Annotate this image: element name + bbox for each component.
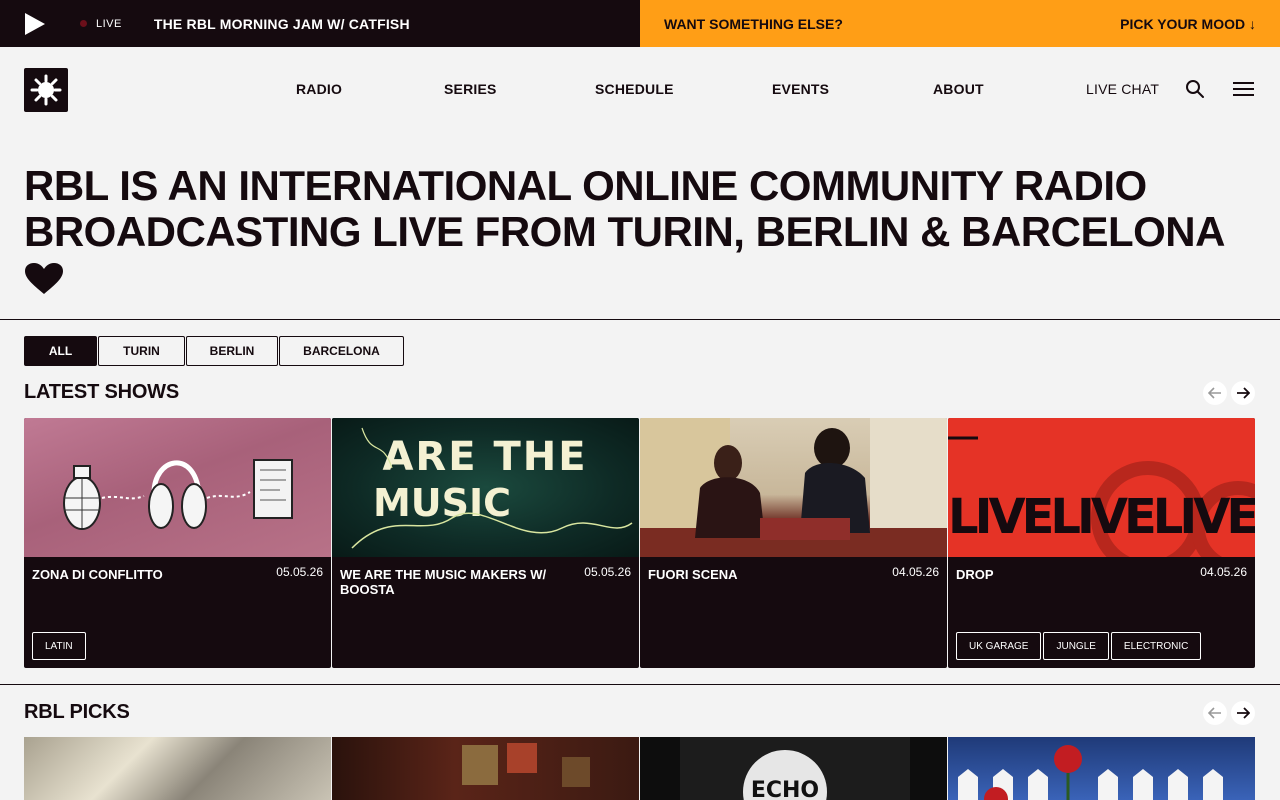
filter-berlin[interactable]: BERLIN [186, 336, 278, 366]
nav-events[interactable]: EVENTS [772, 81, 829, 97]
pick-artwork [958, 745, 1223, 800]
show-card[interactable]: ARE THE MUSIC WE ARE THE MUSIC MAKERS W/… [332, 418, 639, 668]
picks-prev-button[interactable] [1203, 701, 1227, 725]
nav-about[interactable]: ABOUT [933, 81, 984, 97]
show-tags: LATIN [32, 632, 86, 660]
latest-carousel-controls [1203, 381, 1255, 405]
mood-prompt: WANT SOMETHING ELSE? [664, 15, 843, 32]
fuori-scena-photo [640, 418, 947, 557]
show-artwork [640, 418, 947, 557]
search-icon [1186, 80, 1204, 98]
now-playing-title[interactable]: THE RBL MORNING JAM W/ CATFISH [154, 16, 410, 32]
hero-line-1: RBL IS AN INTERNATIONAL ONLINE COMMUNITY… [24, 162, 1147, 209]
filter-all[interactable]: ALL [24, 336, 97, 366]
pick-artwork [462, 743, 590, 787]
live-label: LIVE [96, 17, 122, 30]
show-date: 04.05.26 [892, 565, 939, 579]
heart-icon [25, 263, 63, 294]
nav-radio[interactable]: RADIO [296, 81, 342, 97]
show-tags: UK GARAGE JUNGLE ELECTRONIC [956, 632, 1202, 660]
live-chat-link[interactable]: LIVE CHAT [1086, 81, 1159, 97]
section-divider [0, 684, 1280, 685]
arrow-right-icon [1237, 387, 1250, 399]
pick-card[interactable] [332, 737, 639, 800]
play-icon [25, 12, 45, 35]
music-makers-artwork: ARE THE MUSIC [351, 427, 633, 549]
nav-series[interactable]: SERIES [444, 81, 497, 97]
artwork-live-text: LIVELIVELIVEL [948, 489, 1255, 545]
show-card[interactable]: LIVELIVELIVEL DROP 04.05.26 UK GARAGE JU… [948, 418, 1255, 668]
artwork-echo-text: ECHO [751, 778, 819, 800]
live-player: LIVE THE RBL MORNING JAM W/ CATFISH [0, 0, 640, 47]
artwork-text-top: ARE THE [382, 434, 587, 480]
show-card[interactable]: ZONA DI CONFLITTO 05.05.26 LATIN [24, 418, 331, 668]
mood-bar[interactable]: WANT SOMETHING ELSE? PICK YOUR MOOD ↓ [640, 0, 1280, 47]
nav-schedule[interactable]: SCHEDULE [595, 81, 674, 97]
sun-logo-icon [30, 74, 62, 106]
show-title: DROP [956, 567, 994, 582]
show-artwork: LIVELIVELIVEL [948, 418, 1255, 557]
rbl-logo[interactable] [24, 68, 68, 112]
genre-tag[interactable]: LATIN [32, 632, 86, 660]
filter-barcelona[interactable]: BARCELONA [279, 336, 404, 366]
grenade-headphones-book-illustration [63, 459, 293, 530]
rbl-picks-title: RBL PICKS [24, 701, 130, 723]
main-nav: RADIO SERIES SCHEDULE EVENTS ABOUT LIVE … [0, 68, 1280, 112]
latest-prev-button[interactable] [1203, 381, 1227, 405]
hero-line-2: BROADCASTING LIVE FROM TURIN, BERLIN & B… [24, 208, 1225, 255]
menu-button[interactable] [1233, 81, 1254, 102]
picks-carousel-controls [1203, 701, 1255, 725]
picks-next-button[interactable] [1231, 701, 1255, 725]
section-divider [0, 319, 1280, 320]
latest-next-button[interactable] [1231, 381, 1255, 405]
show-title: FUORI SCENA [648, 567, 738, 582]
genre-tag[interactable]: ELECTRONIC [1110, 632, 1202, 660]
arrow-left-icon [1208, 387, 1221, 399]
genre-tag[interactable]: JUNGLE [1043, 632, 1109, 660]
filter-turin[interactable]: TURIN [98, 336, 185, 366]
show-date: 05.05.26 [584, 565, 631, 579]
show-title: ZONA DI CONFLITTO [32, 567, 163, 582]
search-button[interactable] [1185, 79, 1205, 104]
drop-live-artwork: LIVELIVELIVEL [948, 436, 1255, 557]
pick-artwork: ECHO [680, 737, 910, 800]
pick-card[interactable] [24, 737, 331, 800]
hamburger-icon [1233, 82, 1254, 96]
show-card[interactable]: FUORI SCENA 04.05.26 [640, 418, 947, 668]
genre-tag[interactable]: UK GARAGE [956, 632, 1042, 660]
latest-shows-title: LATEST SHOWS [24, 381, 180, 403]
arrow-right-icon [1237, 707, 1250, 719]
show-date: 04.05.26 [1200, 565, 1247, 579]
show-date: 05.05.26 [276, 565, 323, 579]
hero-statement: RBL IS AN INTERNATIONAL ONLINE COMMUNITY… [24, 163, 1254, 255]
pick-mood-button[interactable]: PICK YOUR MOOD ↓ [1120, 16, 1256, 32]
play-button[interactable] [0, 0, 70, 47]
rbl-picks-carousel: ECHO [24, 737, 1255, 800]
show-artwork [24, 418, 331, 557]
show-artwork: ARE THE MUSIC [332, 418, 639, 557]
show-title: WE ARE THE MUSIC MAKERS W/ BOOSTA [340, 567, 547, 597]
latest-shows-carousel: ZONA DI CONFLITTO 05.05.26 LATIN ARE THE… [24, 418, 1255, 668]
pick-card[interactable] [948, 737, 1255, 800]
arrow-left-icon [1208, 707, 1221, 719]
player-bar: LIVE THE RBL MORNING JAM W/ CATFISH WANT… [0, 0, 1280, 47]
live-indicator-dot [80, 20, 87, 27]
pick-card[interactable]: ECHO [640, 737, 947, 800]
city-filters: ALL TURIN BERLIN BARCELONA [24, 336, 404, 366]
